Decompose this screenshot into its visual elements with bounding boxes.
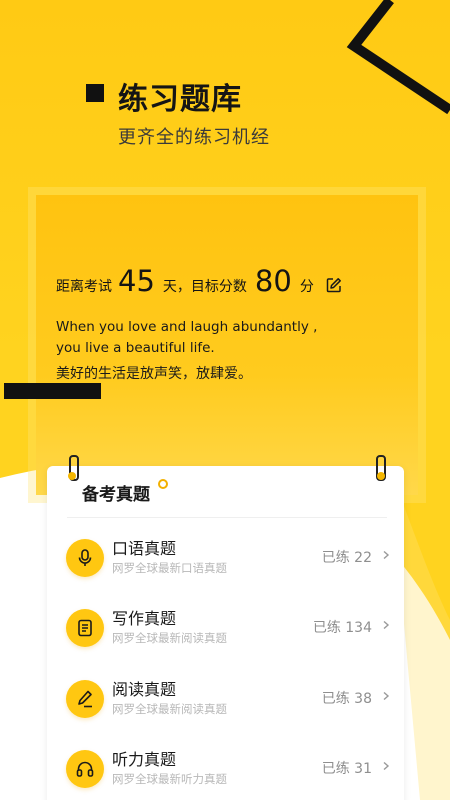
list-item-writing[interactable]: 写作真题 网罗全球最新阅读真题 已练 134 (66, 605, 396, 653)
page-title: 练习题库 (118, 82, 242, 117)
chevron-right-icon (383, 692, 390, 700)
quote-english: When you love and laugh abundantly , you… (56, 317, 356, 359)
page: 练习题库 更齐全的练习机经 距离考试 45 天，目标分数 80 分 When y… (0, 0, 450, 800)
card-divider (67, 517, 387, 518)
edit-icon[interactable] (326, 277, 342, 293)
list-item-listening[interactable]: 听力真题 网罗全球最新听力真题 已练 31 (66, 746, 396, 794)
quote-english-line2: you live a beautiful life. (56, 340, 215, 356)
score-value: 80 (254, 264, 292, 298)
item-subtitle: 网罗全球最新口语真题 (112, 561, 227, 575)
item-count: 已练 31 (321, 761, 372, 777)
item-subtitle: 网罗全球最新听力真题 (112, 772, 227, 786)
decorative-black-bar (4, 383, 101, 399)
item-count: 已练 134 (312, 620, 372, 636)
binder-dot-left (68, 472, 76, 480)
item-count: 已练 38 (321, 691, 372, 707)
item-subtitle: 网罗全球最新阅读真题 (112, 702, 227, 716)
days-prefix: 距离考试 (56, 279, 112, 295)
microphone-icon (66, 539, 104, 577)
item-title: 阅读真题 (112, 680, 177, 699)
item-subtitle: 网罗全球最新阅读真题 (112, 631, 227, 645)
page-subtitle: 更齐全的练习机经 (118, 127, 270, 148)
chevron-right-icon (383, 551, 390, 559)
item-title: 听力真题 (112, 750, 177, 769)
days-suffix: 天，目标分数 (162, 279, 247, 295)
header-square (86, 84, 104, 102)
quote-chinese: 美好的生活是放声笑，放肆爱。 (56, 366, 252, 382)
binder-dot-right (377, 472, 385, 480)
item-title: 写作真题 (112, 609, 177, 628)
chevron-right-icon (383, 621, 390, 629)
headphones-icon (66, 750, 104, 788)
item-count: 已练 22 (321, 550, 372, 566)
exam-goal-line: 距离考试 45 天，目标分数 80 分 (56, 264, 342, 298)
title-dot-icon (158, 479, 168, 489)
quote-english-line1: When you love and laugh abundantly , (56, 319, 318, 335)
card-title: 备考真题 (82, 485, 150, 505)
document-icon (66, 609, 104, 647)
list-item-reading[interactable]: 阅读真题 网罗全球最新阅读真题 已练 38 (66, 676, 396, 724)
chevron-right-icon (383, 762, 390, 770)
pen-icon (66, 680, 104, 718)
days-value: 45 (118, 264, 155, 298)
list-item-speaking[interactable]: 口语真题 网罗全球最新口语真题 已练 22 (66, 535, 396, 583)
score-suffix: 分 (299, 279, 314, 295)
item-title: 口语真题 (112, 539, 177, 558)
